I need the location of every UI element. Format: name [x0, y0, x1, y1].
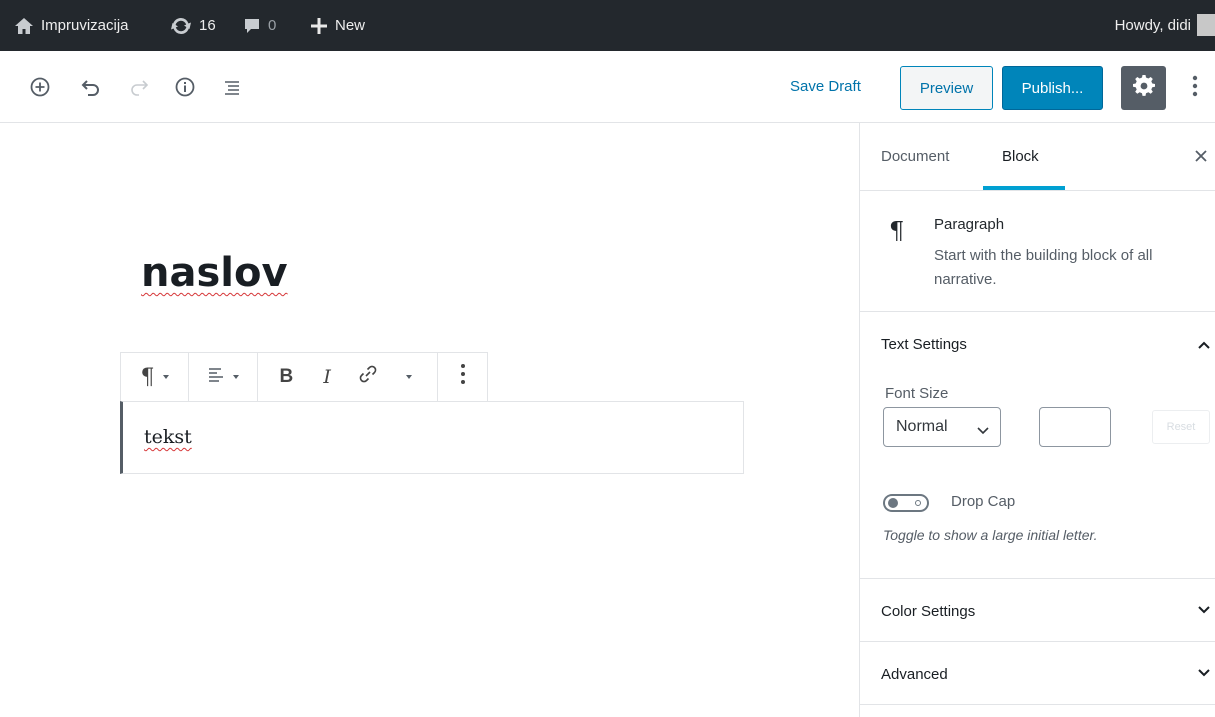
align-button[interactable] — [189, 353, 257, 401]
drop-cap-help-text: Toggle to show a large initial letter. — [883, 527, 1098, 543]
align-left-icon — [207, 366, 225, 389]
info-icon[interactable] — [173, 75, 197, 99]
howdy-text: Howdy, didi — [1114, 17, 1191, 34]
block-toolbar: ¶ B I — [120, 352, 488, 402]
paragraph-icon: ¶ — [889, 217, 905, 245]
plus-icon — [310, 17, 328, 35]
more-rich-text-button[interactable] — [393, 353, 425, 401]
toggle-off-indicator — [915, 500, 921, 506]
add-block-icon[interactable] — [28, 75, 52, 99]
comment-icon — [243, 17, 261, 35]
link-icon — [357, 363, 379, 391]
color-settings-title[interactable]: Color Settings — [881, 603, 975, 620]
preview-button[interactable]: Preview — [900, 66, 993, 110]
tab-document[interactable]: Document — [881, 148, 949, 165]
chevron-down-icon[interactable] — [1196, 603, 1212, 621]
publish-button[interactable]: Publish... — [1002, 66, 1103, 110]
more-vertical-icon — [460, 363, 466, 391]
undo-icon[interactable] — [79, 75, 103, 99]
caret-down-icon — [233, 375, 239, 379]
gear-icon — [1132, 74, 1155, 102]
italic-button[interactable]: I — [311, 353, 343, 401]
font-size-label: Font Size — [885, 385, 949, 402]
close-icon — [1194, 150, 1208, 167]
block-card: ¶ Paragraph Start with the building bloc… — [860, 191, 1215, 312]
save-draft-button[interactable]: Save Draft — [790, 78, 861, 95]
home-icon — [14, 17, 34, 35]
active-tab-indicator — [983, 186, 1065, 190]
post-title[interactable]: naslov — [141, 250, 288, 296]
bold-button[interactable]: B — [270, 353, 302, 401]
color-settings-panel[interactable]: Color Settings — [860, 579, 1215, 642]
chevron-up-icon[interactable] — [1196, 338, 1212, 356]
close-sidebar-button[interactable] — [1194, 149, 1208, 168]
block-more-options-button[interactable] — [438, 353, 487, 401]
outline-icon[interactable] — [220, 75, 244, 99]
block-card-description: Start with the building block of all nar… — [934, 247, 1153, 288]
comments-count: 0 — [268, 17, 277, 34]
updates-icon — [170, 16, 192, 36]
font-size-value: Normal — [896, 418, 948, 435]
editor-header-toolbar: Save Draft Preview Publish... — [0, 51, 1215, 123]
admin-bar-site-link[interactable]: Impruvizacija — [14, 0, 129, 51]
caret-down-icon — [162, 375, 169, 379]
tab-block[interactable]: Block — [1002, 148, 1039, 165]
more-options-button[interactable] — [1186, 75, 1204, 101]
toggle-knob — [888, 498, 898, 508]
admin-bar: Impruvizacija 16 0 New Howdy, didi — [0, 0, 1215, 51]
updates-count: 16 — [199, 17, 216, 34]
new-label: New — [335, 17, 366, 34]
avatar[interactable] — [1197, 14, 1215, 36]
admin-bar-new[interactable]: New — [310, 0, 365, 51]
sidebar-tabs: Document Block — [860, 123, 1215, 191]
text-settings-toggle[interactable]: Text Settings — [881, 336, 967, 353]
redo-icon[interactable] — [127, 75, 151, 99]
paragraph-block[interactable]: tekst — [120, 401, 744, 474]
link-button[interactable] — [352, 353, 384, 401]
advanced-panel[interactable]: Advanced — [860, 642, 1215, 705]
paragraph-text[interactable]: tekst — [144, 426, 192, 448]
paragraph-icon: ¶ — [140, 364, 155, 390]
drop-cap-toggle[interactable] — [883, 494, 929, 512]
site-name: Impruvizacija — [41, 17, 129, 34]
admin-bar-comments[interactable]: 0 — [243, 0, 276, 51]
chevron-down-icon — [976, 422, 990, 440]
caret-down-icon — [405, 375, 412, 379]
settings-sidebar: Document Block ¶ Paragraph Start with th… — [859, 123, 1215, 717]
more-vertical-icon — [1192, 75, 1198, 102]
drop-cap-label[interactable]: Drop Cap — [951, 493, 1015, 510]
reset-font-size-button[interactable]: Reset — [1152, 410, 1210, 444]
block-card-title: Paragraph — [934, 216, 1005, 233]
admin-bar-updates[interactable]: 16 — [170, 0, 216, 51]
font-size-select[interactable]: Normal — [883, 407, 1001, 447]
custom-font-size-input[interactable] — [1039, 407, 1111, 447]
block-switcher-button[interactable]: ¶ — [121, 353, 188, 401]
chevron-down-icon[interactable] — [1196, 666, 1212, 684]
settings-button[interactable] — [1121, 66, 1166, 110]
admin-bar-account[interactable]: Howdy, didi — [1115, 0, 1191, 51]
text-settings-panel: Text Settings Font Size Normal Reset Dro… — [860, 312, 1215, 579]
advanced-title[interactable]: Advanced — [881, 666, 948, 683]
